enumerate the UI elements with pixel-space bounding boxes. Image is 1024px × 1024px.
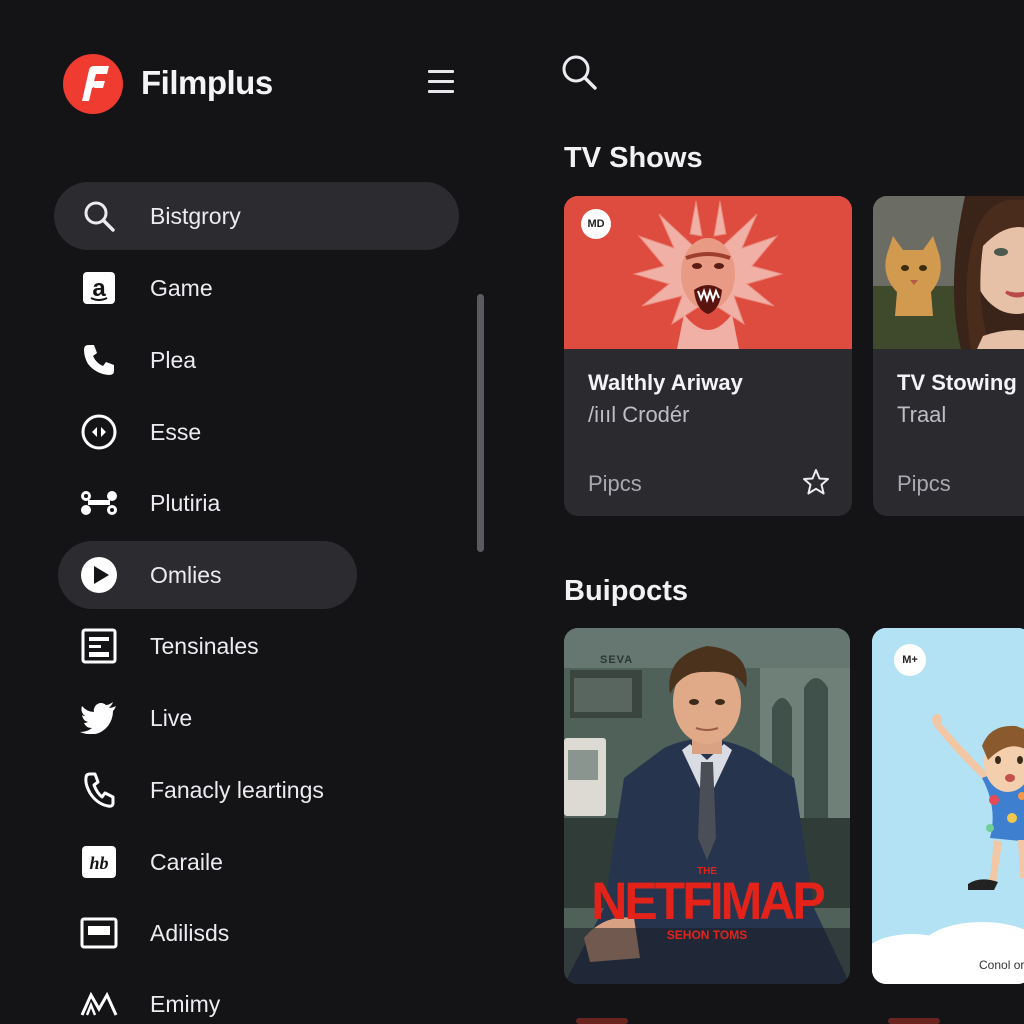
show-card[interactable]: TV Stowing Traal Pipcs (873, 196, 1024, 516)
amazon-a-icon: a (79, 268, 119, 308)
document-icon (79, 626, 119, 666)
svg-text:hb: hb (89, 853, 108, 873)
show-subtitle: Traal (897, 402, 947, 427)
poster-title: NETFIMAP (591, 871, 826, 931)
content-rating-badge: M+ (894, 644, 926, 676)
show-thumbnail (873, 196, 1024, 349)
phone-icon (79, 340, 119, 380)
bird-icon (79, 698, 119, 738)
app-window: Filmplus Bistgrory a Game Plea Esse Plut… (0, 0, 1024, 1024)
bone-icon (79, 483, 119, 523)
sidebar-item-label: Plutiria (150, 489, 221, 516)
sidebar-item-label: Emimy (150, 990, 221, 1017)
show-title: Walthly Ariway (588, 370, 743, 395)
show-footer: Pipcs (897, 471, 951, 496)
movie-poster-card[interactable]: SEVA THE NETFIMAP SEHON TOMS (564, 628, 850, 984)
show-card[interactable]: MD Walthly Ariway /iııl Crodér Pipcs (564, 196, 852, 516)
sidebar-item-adilisds[interactable]: Adilisds (0, 899, 460, 967)
brand-name: Filmplus (141, 64, 273, 101)
sidebar-scrollbar[interactable] (477, 294, 484, 552)
sidebar-item-emimy[interactable]: Emimy (0, 970, 460, 1024)
sidebar-item-label: Esse (150, 418, 202, 445)
show-footer: Pipcs (588, 471, 642, 496)
show-thumbnail: MD (564, 196, 852, 349)
tv-icon (79, 913, 119, 953)
sidebar-item-caraile[interactable]: hb Caraile (0, 828, 460, 896)
play-circle-icon (79, 555, 119, 595)
search-icon (79, 196, 119, 236)
mountain-icon (79, 984, 119, 1024)
phone-icon (79, 770, 119, 810)
sidebar-item-plea[interactable]: Plea (0, 326, 460, 394)
poster-credits-text: SEHON TOMS (666, 928, 748, 942)
svg-text:a: a (92, 275, 106, 302)
sidebar-item-label: Live (150, 704, 193, 731)
poster-caption: Conol or (979, 958, 1024, 972)
next-row-peek (576, 1018, 628, 1024)
movie-poster-image (872, 628, 1024, 984)
sidebar-item-label: Bistgrory (150, 202, 241, 229)
sidebar-item-label: Adilisds (150, 919, 230, 946)
content-rating-badge: MD (581, 209, 611, 239)
star-icon[interactable] (802, 468, 830, 496)
sidebar-item-fanacly-leartings[interactable]: Fanacly leartings (0, 756, 460, 824)
wall-sign: SEVA (600, 654, 634, 666)
sidebar-item-label: Game (150, 274, 213, 301)
hamburger-menu-icon[interactable] (422, 64, 462, 100)
hbo-icon: hb (79, 842, 119, 882)
sidebar-item-game[interactable]: a Game (0, 254, 460, 322)
sidebar-item-plutiria[interactable]: Plutiria (0, 469, 460, 537)
next-row-peek (888, 1018, 940, 1024)
sidebar-item-live[interactable]: Live (0, 684, 460, 752)
sidebar-item-label: Plea (150, 346, 197, 373)
show-title: TV Stowing (897, 370, 1017, 395)
sidebar-item-label: Fanacly leartings (150, 776, 324, 803)
poster-credits: SEHON TOMS (564, 928, 850, 942)
search-icon[interactable] (558, 52, 602, 96)
circle-arrows-icon (79, 412, 119, 452)
sidebar-item-omlies[interactable]: Omlies (58, 541, 357, 609)
movie-poster-card[interactable]: M+ Conol or (872, 628, 1024, 984)
section-title-tv-shows: TV Shows (564, 142, 703, 174)
sidebar-item-label: Caraile (150, 848, 223, 875)
sidebar-item-bistgrory[interactable]: Bistgrory (54, 182, 459, 250)
section-title-buipocts: Buipocts (564, 575, 689, 607)
show-subtitle: /iııl Crodér (588, 402, 690, 427)
sidebar-item-tensinales[interactable]: Tensinales (0, 612, 460, 680)
sidebar-item-label: Omlies (150, 561, 222, 588)
sidebar-item-label: Tensinales (150, 632, 259, 659)
sidebar-item-esse[interactable]: Esse (0, 398, 460, 466)
filmplus-logo[interactable] (63, 54, 123, 114)
